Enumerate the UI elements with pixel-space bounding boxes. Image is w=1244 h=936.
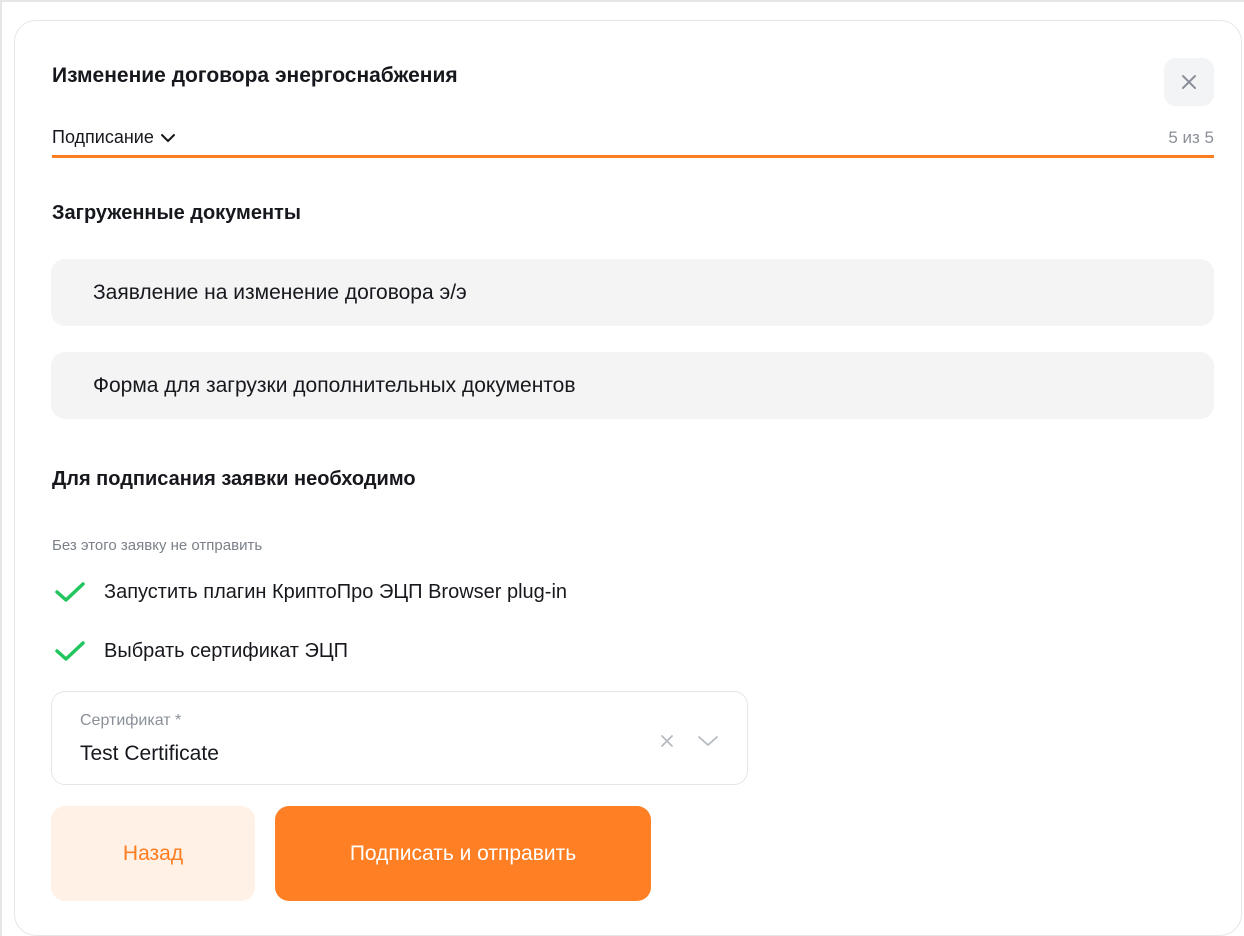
document-item-additional-form[interactable]: Форма для загрузки дополнительных докуме… [51,352,1214,419]
sign-and-submit-button[interactable]: Подписать и отправить [275,806,651,901]
certificate-select[interactable]: Сертификат * Test Certificate [51,691,748,785]
clear-certificate-button[interactable] [656,730,678,752]
step-counter: 5 из 5 [1168,128,1214,147]
step-label: Подписание [52,127,154,147]
back-button[interactable]: Назад [51,806,255,901]
requirement-label: Выбрать сертификат ЭЦП [104,639,349,662]
modal-title: Изменение договора энергоснабжения [52,64,458,87]
close-icon [1182,75,1196,89]
requirement-item-certificate: Выбрать сертификат ЭЦП [54,639,348,663]
signing-requirements-heading: Для подписания заявки необходимо [52,468,416,490]
progress-bar [52,155,1214,158]
page: Изменение договора энергоснабжения Подпи… [0,0,1244,936]
certificate-field-value: Test Certificate [80,742,219,765]
check-icon [55,582,85,602]
certificate-field-label: Сертификат * [80,712,182,729]
progress-bar-fill [52,155,1214,158]
clear-icon [661,735,673,747]
chevron-down-icon [160,133,175,142]
certificate-dropdown-toggle[interactable] [696,730,720,752]
requirement-label: Запустить плагин КриптоПро ЭЦП Browser p… [104,580,568,603]
uploaded-documents-heading: Загруженные документы [52,202,301,224]
check-icon [55,641,85,661]
signing-requirements-hint: Без этого заявку не отправить [52,537,263,554]
step-selector[interactable]: Подписание [52,127,176,148]
chevron-down-icon [698,736,718,746]
requirement-item-plugin: Запустить плагин КриптоПро ЭЦП Browser p… [54,580,567,604]
close-button[interactable] [1164,58,1214,106]
document-item-application[interactable]: Заявление на изменение договора э/э [51,259,1214,326]
